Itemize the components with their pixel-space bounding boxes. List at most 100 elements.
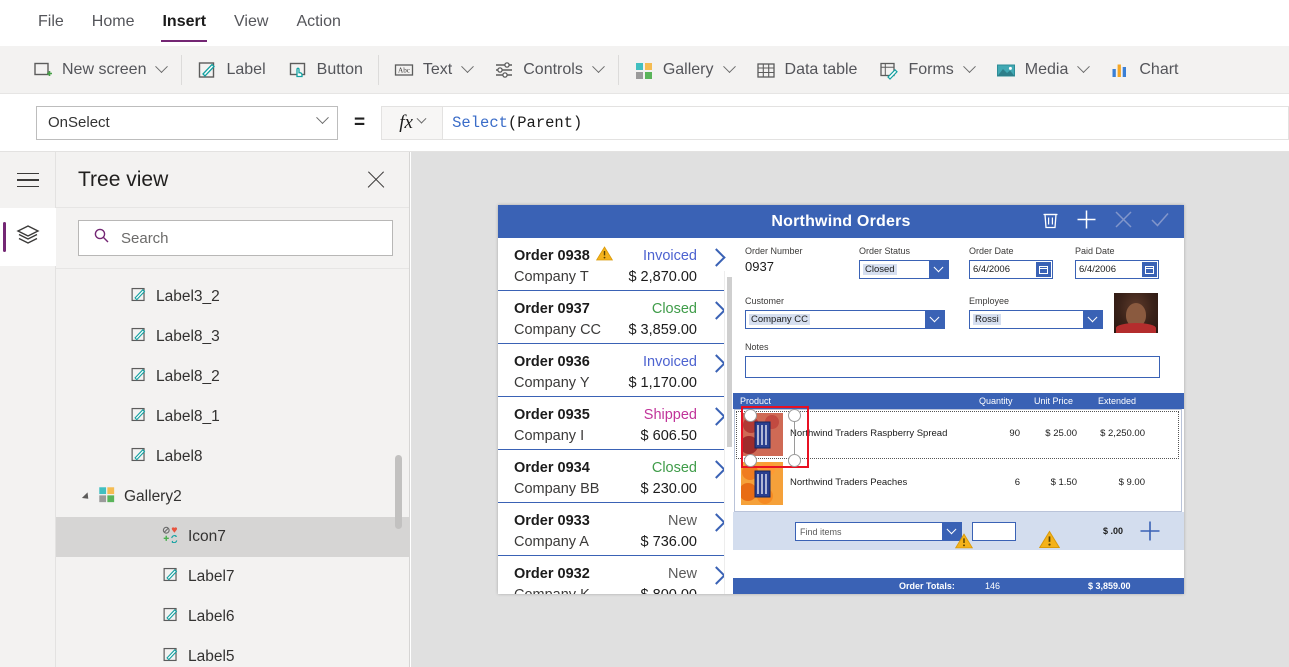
- resize-handle-top-left[interactable]: [744, 409, 757, 422]
- tree-scrollbar-thumb[interactable]: [395, 455, 402, 529]
- find-items-dropdown[interactable]: Find items: [795, 522, 962, 541]
- app-header-actions: [1042, 209, 1170, 235]
- chevron-down-icon[interactable]: [929, 261, 948, 278]
- close-icon[interactable]: [365, 169, 387, 191]
- tree-node-label: Label8_3: [156, 328, 220, 345]
- order-list-item[interactable]: Order 0933 New Company A $ 736.00: [498, 503, 733, 556]
- chart-button[interactable]: Chart: [1099, 50, 1189, 90]
- order-totals-label: Order Totals:: [899, 581, 955, 591]
- hamburger-menu-icon[interactable]: [0, 152, 56, 208]
- gallery-button[interactable]: Gallery: [623, 50, 745, 90]
- order-list-item[interactable]: Order 0936 Invoiced Company Y $ 1,170.00: [498, 344, 733, 397]
- menu-item-insert[interactable]: Insert: [148, 0, 220, 46]
- label-control-icon: [162, 566, 179, 588]
- order-company: Company I: [514, 427, 585, 444]
- order-company: Company K: [514, 587, 590, 595]
- product-row[interactable]: Northwind Traders Raspberry Spread 90 $ …: [735, 410, 1181, 459]
- formula-arguments: (Parent): [507, 113, 583, 132]
- menu-item-home[interactable]: Home: [78, 0, 149, 46]
- order-date-value: 6/4/2006: [973, 264, 1010, 275]
- fx-button[interactable]: fx: [381, 105, 444, 140]
- tree-view-title: Tree view: [78, 167, 169, 191]
- plus-icon[interactable]: [1139, 520, 1161, 547]
- paid-date-value: 6/4/2006: [1079, 264, 1116, 275]
- order-status-dropdown[interactable]: Closed: [859, 260, 949, 279]
- menu-item-file[interactable]: File: [24, 0, 78, 46]
- tree-node-label8_1[interactable]: Label8_1: [56, 397, 409, 437]
- tree-node-label5[interactable]: Label5: [56, 637, 409, 667]
- tree-node-label: Label3_2: [156, 288, 220, 305]
- formula-input[interactable]: Select (Parent): [443, 105, 1289, 140]
- add-icon[interactable]: [1076, 209, 1097, 235]
- notes-input[interactable]: [745, 356, 1160, 378]
- order-list-item[interactable]: Order 0934 Closed Company BB $ 230.00: [498, 450, 733, 503]
- order-status: Shipped: [643, 406, 697, 423]
- product-grid-header: Product Quantity Unit Price Extended: [733, 393, 1184, 409]
- media-button[interactable]: Media: [985, 50, 1100, 90]
- menu-item-view[interactable]: View: [220, 0, 282, 46]
- product-row[interactable]: Northwind Traders Peaches 6 $ 1.50 $ 9.0…: [735, 459, 1181, 508]
- order-amount: $ 3,859.00: [628, 321, 697, 338]
- notes-label: Notes: [745, 342, 769, 352]
- label-control-icon: [130, 286, 147, 308]
- order-list-item[interactable]: Order 0932 New Company K $ 800.00: [498, 556, 733, 594]
- calendar-icon[interactable]: [1142, 262, 1157, 277]
- add-item-row: Find items $ .00: [733, 512, 1184, 550]
- new-screen-button[interactable]: New screen: [22, 50, 177, 90]
- order-list-item[interactable]: Order 0938 Invoiced Company T $ 2,870.00: [498, 238, 733, 291]
- tree-node-label: Label5: [188, 648, 235, 665]
- tree-node-gallery2[interactable]: Gallery2: [56, 477, 409, 517]
- order-status-label: Order Status: [859, 246, 911, 256]
- tree-node-label8_3[interactable]: Label8_3: [56, 317, 409, 357]
- tree-node-icon7[interactable]: Icon7: [56, 517, 409, 557]
- forms-icon: [879, 60, 899, 80]
- data-table-button[interactable]: Data table: [745, 50, 869, 90]
- chevron-down-icon[interactable]: [1083, 311, 1102, 328]
- check-icon[interactable]: [1150, 210, 1170, 234]
- label-button[interactable]: Label: [186, 50, 276, 90]
- orders-scrollbar[interactable]: [724, 271, 733, 594]
- resize-handle-bottom-left[interactable]: [744, 454, 757, 467]
- order-list-item[interactable]: Order 0935 Shipped Company I $ 606.50: [498, 397, 733, 450]
- order-detail-form: Order Number 0937 Order Status Closed Or…: [733, 238, 1184, 594]
- new-quantity-input[interactable]: [972, 522, 1016, 541]
- search-input[interactable]: Search: [78, 220, 393, 256]
- orders-scrollbar-thumb[interactable]: [727, 277, 732, 447]
- app-header: Northwind Orders: [498, 205, 1184, 238]
- cancel-icon[interactable]: [1114, 210, 1133, 234]
- tree-node-label8_2[interactable]: Label8_2: [56, 357, 409, 397]
- controls-button[interactable]: Controls: [483, 50, 614, 90]
- rail-tab-tree-view[interactable]: [0, 208, 56, 266]
- controls-button-label: Controls: [523, 60, 583, 78]
- chevron-down-icon[interactable]: [925, 311, 944, 328]
- data-table-icon: [756, 60, 776, 80]
- tree-node-label7[interactable]: Label7: [56, 557, 409, 597]
- tree-node-label6[interactable]: Label6: [56, 597, 409, 637]
- gallery-control-icon: [98, 486, 115, 508]
- chevron-down-icon: [591, 60, 605, 74]
- label-button-label: Label: [226, 60, 266, 78]
- order-totals-amount: $ 3,859.00: [1088, 581, 1131, 591]
- customer-dropdown[interactable]: Company CC: [745, 310, 945, 329]
- trash-icon[interactable]: [1042, 210, 1059, 234]
- calendar-icon[interactable]: [1036, 262, 1051, 277]
- paid-date-input[interactable]: 6/4/2006: [1075, 260, 1159, 279]
- tree-node-label8[interactable]: Label8: [56, 437, 409, 477]
- property-select[interactable]: OnSelect: [36, 105, 338, 140]
- resize-handle-top-right[interactable]: [788, 409, 801, 422]
- tree-node-label: Label7: [188, 568, 235, 585]
- resize-handle-bottom-right[interactable]: [788, 454, 801, 467]
- chevron-down-icon: [155, 60, 169, 74]
- tree-node-label3_2[interactable]: Label3_2: [56, 277, 409, 317]
- forms-button[interactable]: Forms: [868, 50, 984, 90]
- order-date-input[interactable]: 6/4/2006: [969, 260, 1053, 279]
- employee-dropdown[interactable]: Rossi: [969, 310, 1103, 329]
- expander-triangle-icon[interactable]: [81, 492, 92, 502]
- product-unit-price: $ 1.50: [1050, 477, 1077, 488]
- button-button[interactable]: Button: [277, 50, 374, 90]
- order-list-item[interactable]: Order 0937 Closed Company CC $ 3,859.00: [498, 291, 733, 344]
- customer-field: Customer Company CC: [745, 296, 945, 329]
- orders-gallery[interactable]: Order 0938 Invoiced Company T $ 2,870.00: [498, 238, 733, 594]
- menu-item-action[interactable]: Action: [282, 0, 354, 46]
- text-button[interactable]: Abc Text: [383, 50, 483, 90]
